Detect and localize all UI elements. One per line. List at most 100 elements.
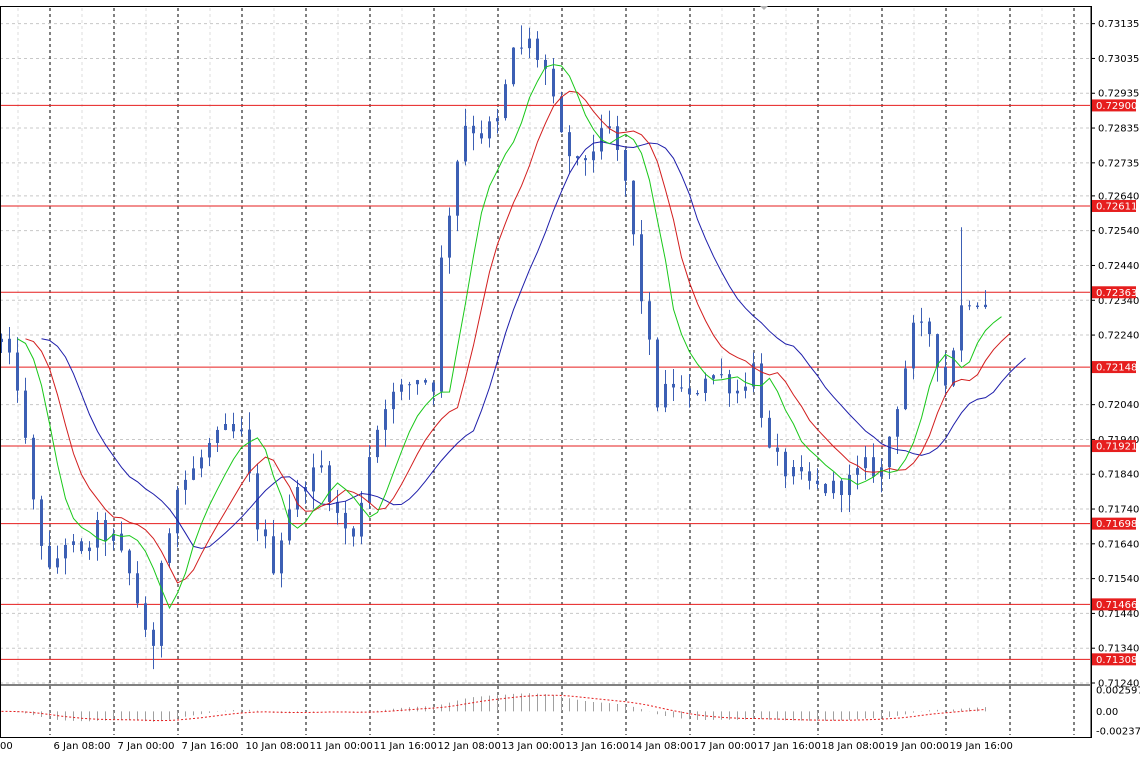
price-tick-label: 0.71540: [1098, 574, 1139, 585]
level-label-text: 0.71466: [1096, 600, 1137, 611]
candle-body: [208, 442, 211, 458]
candle-body: [424, 380, 427, 383]
time-tick-label: 17 Jan 16:00: [758, 741, 821, 752]
candle-body: [440, 257, 443, 392]
price-tick-label: 0.72540: [1098, 226, 1139, 237]
candle-body: [672, 383, 675, 388]
candle-body: [152, 629, 155, 646]
candle-body: [416, 380, 419, 385]
candle-body: [168, 533, 171, 563]
candle-body: [336, 501, 339, 513]
candle-body: [472, 125, 475, 134]
candle-body: [872, 457, 875, 477]
osc-tick-label: 0.00: [1096, 707, 1118, 718]
candle-body: [912, 322, 915, 369]
time-tick-label: 11 Jan 16:00: [374, 741, 437, 752]
candle-body: [136, 573, 139, 604]
time-tick-label: 7 Jan 00:00: [118, 741, 175, 752]
candle-body: [312, 467, 315, 492]
candle-body: [944, 366, 947, 386]
candle-body: [984, 304, 987, 308]
time-tick-label: 00: [0, 741, 13, 752]
osc-tick-label: -0.002379: [1096, 727, 1140, 738]
candle-body: [32, 437, 35, 500]
candle-body: [656, 339, 659, 408]
candle-body: [400, 384, 403, 392]
candle-body: [216, 429, 219, 443]
level-label-text: 0.72900: [1096, 101, 1137, 112]
candle-body: [344, 512, 347, 529]
candle-body: [24, 390, 27, 438]
level-label-text: 0.71308: [1096, 655, 1137, 666]
candle-body: [808, 471, 811, 481]
candle-body: [856, 468, 859, 475]
candle-body: [848, 474, 851, 496]
candle-body: [584, 158, 587, 161]
candle-body: [256, 473, 259, 530]
candle-body: [456, 161, 459, 216]
candle-body: [16, 352, 19, 391]
candle-body: [184, 479, 187, 490]
candle-body: [968, 305, 971, 307]
candle-body: [504, 84, 507, 119]
candle-body: [448, 215, 451, 258]
candle-body: [792, 467, 795, 477]
candle-body: [224, 424, 227, 430]
time-tick-label: 11 Jan 00:00: [310, 741, 373, 752]
candle-body: [384, 409, 387, 430]
candle-body: [920, 321, 923, 323]
candle-body: [784, 451, 787, 477]
candle-body: [320, 465, 323, 468]
candle-body: [632, 180, 635, 235]
candle-body: [104, 520, 107, 541]
chart-background: [0, 0, 1140, 757]
candle-body: [520, 47, 523, 49]
candle-body: [160, 562, 163, 646]
time-tick-label: 19 Jan 00:00: [886, 741, 949, 752]
time-tick-label: 10 Jan 08:00: [246, 741, 309, 752]
candle-body: [680, 387, 683, 389]
candle-body: [48, 545, 51, 568]
time-tick-label: 17 Jan 00:00: [694, 741, 757, 752]
candle-body: [736, 390, 739, 394]
candle-body: [648, 301, 651, 340]
level-label-text: 0.72611: [1096, 201, 1137, 212]
candle-body: [488, 121, 491, 139]
candle-body: [128, 550, 131, 574]
candle-body: [904, 368, 907, 410]
price-tick-label: 0.71340: [1098, 644, 1139, 655]
candle-body: [720, 374, 723, 376]
chart: 0.73135 0.73035 0.72935 0.72835 0.72735 0.726…: [0, 0, 1140, 757]
price-tick-label: 0.73035: [1098, 54, 1139, 65]
candle-body: [952, 350, 955, 386]
candle-body: [768, 417, 771, 448]
candle-body: [704, 378, 707, 393]
candle-body: [960, 305, 963, 351]
price-tick-label: 0.72735: [1098, 158, 1139, 169]
candle-body: [248, 429, 251, 474]
candle-body: [688, 388, 691, 395]
candle-body: [816, 480, 819, 484]
time-tick-label: 19 Jan 16:00: [950, 741, 1013, 752]
time-tick-label: 12 Jan 08:00: [438, 741, 501, 752]
candle-body: [328, 465, 331, 502]
time-tick-label: 18 Jan 08:00: [822, 741, 885, 752]
candle-body: [376, 429, 379, 458]
candle-body: [824, 483, 827, 494]
candle-body: [552, 68, 555, 97]
candle-body: [176, 489, 179, 534]
price-tick-label: 0.72440: [1098, 261, 1139, 272]
candle-body: [368, 457, 371, 503]
candle-body: [640, 234, 643, 302]
candle-body: [592, 151, 595, 161]
candle-body: [936, 334, 939, 367]
time-tick-label: 14 Jan 08:00: [630, 741, 693, 752]
candle-body: [8, 338, 11, 353]
price-tick-label: 0.72935: [1098, 89, 1139, 100]
price-tick-label: 0.71740: [1098, 505, 1139, 516]
candle-body: [200, 457, 203, 469]
candle-body: [712, 375, 715, 379]
candle-body: [776, 447, 779, 452]
candle-body: [512, 47, 515, 85]
candle-body: [192, 468, 195, 480]
